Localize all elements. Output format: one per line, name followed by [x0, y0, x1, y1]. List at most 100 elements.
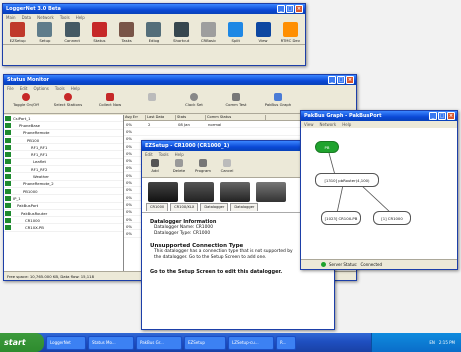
program-icon [199, 159, 207, 167]
station-status-icon [5, 115, 11, 121]
menu-tools[interactable]: Tools [60, 15, 70, 20]
toggle-onoff-button[interactable]: Toggle On/Off [6, 93, 46, 112]
tree-item[interactable]: CR1000 [4, 217, 123, 225]
station-tree: CsiPort_1 PhoneBase PhoneRemote PB100 RF1_RF… [4, 115, 124, 271]
graph-icon [274, 93, 282, 101]
clock-set-label: Clock Set [185, 102, 203, 107]
tab-cr10x[interactable]: CR10X/XLX [170, 203, 199, 211]
tool-view-button[interactable]: View [250, 22, 275, 43]
tree-item[interactable]: IP_1 [4, 195, 123, 203]
logger-image-2[interactable] [184, 182, 214, 202]
tree-item[interactable]: PhoneBase [4, 122, 123, 130]
minimize-icon[interactable]: _ [328, 76, 336, 84]
tool-setup-button[interactable]: Setup [32, 22, 57, 43]
logger-image-3[interactable] [220, 182, 250, 202]
tree-item[interactable]: RF1_RF1 [4, 144, 123, 152]
logger-image-1[interactable] [148, 182, 178, 202]
start-button[interactable]: start [0, 333, 44, 352]
menu-tools[interactable]: Tools [159, 152, 169, 157]
menu-edit[interactable]: Edit [145, 152, 153, 157]
menu-edit[interactable]: Edit [20, 86, 28, 91]
col-comm-status[interactable]: Comm Status [206, 115, 266, 120]
tool-rtmc-dev-button[interactable]: RTMC Dev [278, 22, 303, 43]
tree-item-label: RF1_RF1 [31, 144, 48, 150]
crbasic-icon [200, 22, 216, 37]
task-lzsetup[interactable]: LZSetup-cu... [228, 335, 274, 350]
tab-cr1000[interactable]: CR1000 [146, 203, 169, 211]
delete-button[interactable]: Delete [168, 159, 190, 176]
tree-item-label: PhoneBase [19, 122, 41, 128]
node-root[interactable]: PB [315, 141, 339, 153]
tree-item[interactable]: PB100 [4, 137, 123, 145]
tree-item[interactable]: PhoneRemote [4, 130, 123, 137]
logger-image-4[interactable] [256, 182, 286, 202]
tasks-icon [119, 22, 135, 37]
tool-status-button[interactable]: Status [87, 22, 112, 43]
menu-help[interactable]: Help [76, 15, 85, 20]
node-cr10x[interactable]: [1023] CR10X-PB [321, 211, 361, 225]
menu-help[interactable]: Help [175, 152, 184, 157]
menu-file[interactable]: File [7, 86, 14, 91]
col-stats[interactable]: Stats [176, 115, 206, 120]
tree-item-label: Leaflet [33, 159, 46, 165]
menu-help[interactable]: Help [71, 86, 80, 91]
tool-connect-button[interactable]: Connect [60, 22, 85, 43]
select-stations-label: Select Stations [53, 102, 83, 107]
tree-item[interactable]: RF1_RF2 [4, 166, 123, 174]
close-icon[interactable]: × [295, 5, 303, 13]
task-status-monitor[interactable]: Status Mo... [88, 335, 134, 350]
comm-test-button[interactable]: Comm Test [216, 93, 256, 112]
task-extra[interactable]: R... [276, 335, 296, 350]
maximize-icon[interactable]: □ [286, 5, 294, 13]
tool-tasks-button[interactable]: Tasks [114, 22, 139, 43]
tool-shortcut-button[interactable]: Shortcut [169, 22, 194, 43]
tree-item[interactable]: PakBusRouter [4, 210, 123, 218]
status-monitor-titlebar[interactable]: Status Monitor _ □ × [4, 75, 356, 85]
language-indicator[interactable]: EN [429, 340, 435, 345]
menu-options[interactable]: Options [33, 86, 48, 91]
add-button[interactable]: Add [144, 159, 166, 176]
tool-edlog-button[interactable]: Edlog [141, 22, 166, 43]
collect-now-button[interactable]: Collect Now [90, 93, 130, 112]
pakbus-graph-button[interactable]: PakBus Graph [258, 93, 298, 112]
status-text: Free space: 10,765.000 KB, Data flow: 15… [7, 273, 94, 279]
tool-crbasic-button[interactable]: CRBasic [196, 22, 221, 43]
node-cr1000[interactable]: [1] CR1000 [373, 211, 411, 225]
tree-item[interactable]: Leaflet [4, 159, 123, 167]
task-loggernet[interactable]: LoggerNet [46, 335, 86, 350]
task-pakbus-graph[interactable]: PakBus Gr... [136, 335, 182, 350]
close-icon[interactable]: × [346, 76, 354, 84]
station-status-icon [5, 188, 11, 194]
tree-item[interactable]: Weather [4, 173, 123, 181]
clock[interactable]: 2:15 PM [439, 340, 455, 345]
maximize-icon[interactable]: □ [337, 76, 345, 84]
tree-item[interactable]: RF1_RF1 [4, 151, 123, 159]
cancel-button[interactable]: Cancel [216, 159, 238, 176]
menu-network[interactable]: Network [37, 15, 54, 20]
menu-tools[interactable]: Tools [55, 86, 65, 91]
loggernet-titlebar[interactable]: LoggerNet 3.0 Beta _ □ × [3, 4, 305, 14]
node-router[interactable]: [1310] pbRouter(4,100) [315, 173, 379, 187]
minimize-icon[interactable]: _ [277, 5, 285, 13]
menu-main[interactable]: Main [6, 15, 16, 20]
col-last-data[interactable]: Last Data [146, 115, 176, 120]
select-stations-button[interactable]: Select Stations [48, 93, 88, 112]
toolbar-blank-button[interactable] [132, 93, 172, 112]
tool-split-button[interactable]: Split [223, 22, 248, 43]
col-avg[interactable]: Avg Err [124, 115, 146, 120]
tab-datalogger-1[interactable]: Datalogger [200, 203, 229, 211]
tree-item-label: IP_1 [13, 195, 21, 201]
tab-datalogger-2[interactable]: Datalogger [230, 203, 259, 211]
loggernet-menu: Main Data Network Tools Help [3, 14, 305, 21]
menu-data[interactable]: Data [22, 15, 32, 20]
clock-set-button[interactable]: Clock Set [174, 93, 214, 112]
tree-item[interactable]: PakBusPort [4, 203, 123, 210]
collect-now-label: Collect Now [98, 102, 122, 107]
task-ezsetup[interactable]: EZSetup [184, 335, 226, 350]
tree-item[interactable]: CsiPort_1 [4, 115, 123, 123]
tool-ezsetup-button[interactable]: EZSetup [5, 22, 30, 43]
tree-item[interactable]: PB1000 [4, 188, 123, 196]
tree-item[interactable]: PhoneRemote_2 [4, 181, 123, 188]
tree-item[interactable]: CR10X-PB [4, 224, 123, 232]
program-button[interactable]: Program [192, 159, 214, 176]
